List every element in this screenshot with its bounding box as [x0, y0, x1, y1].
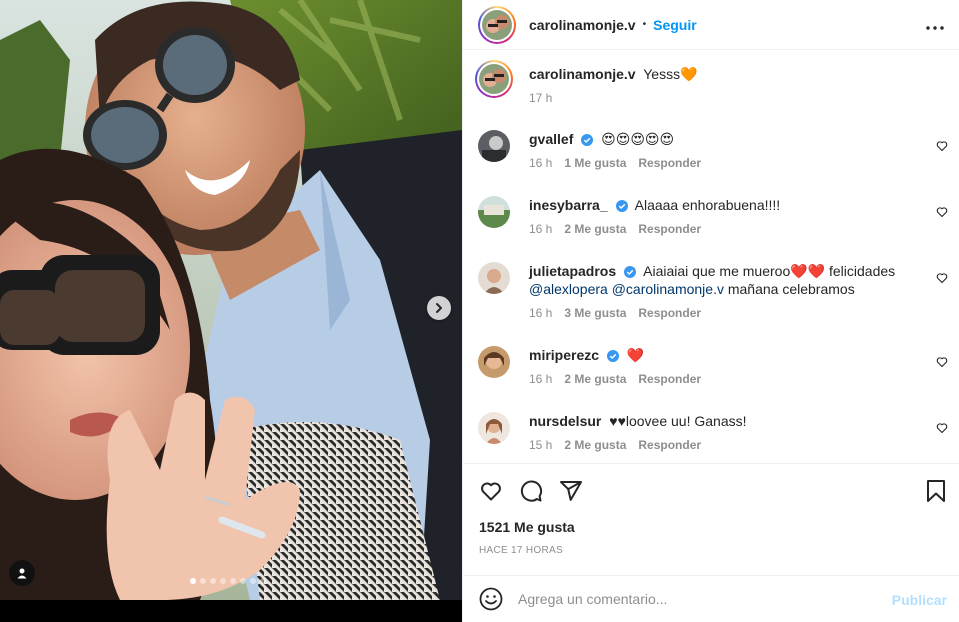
comment-like-icon[interactable]	[936, 140, 948, 152]
chevron-right-icon	[436, 303, 442, 313]
heart-icon[interactable]	[479, 479, 503, 503]
commenter-avatar[interactable]	[478, 196, 510, 228]
comment-likes[interactable]: 1 Me gusta	[564, 156, 626, 170]
avatar-image	[478, 262, 510, 294]
caption-username[interactable]: carolinamonje.v	[529, 66, 636, 82]
post-timestamp[interactable]: HACE 17 HORAS	[479, 545, 563, 556]
comment-like-icon[interactable]	[936, 422, 948, 434]
caption-text: Yesss🧡	[643, 66, 698, 82]
carousel-dot	[230, 578, 236, 584]
carousel-dot	[210, 578, 216, 584]
post-image[interactable]	[0, 0, 462, 622]
comment-text: ♥♥loovee uu! Ganass!	[609, 413, 747, 429]
comment-time[interactable]: 16 h	[529, 372, 552, 386]
likes-count[interactable]: 1521 Me gusta	[479, 519, 575, 535]
comment-text: Alaaaa enhorabuena!!!!	[634, 197, 781, 213]
verified-badge-icon	[606, 350, 619, 362]
author-username[interactable]: carolinamonje.v	[529, 17, 636, 33]
avatar-image	[479, 64, 509, 94]
separator-bullet: •	[642, 19, 647, 30]
comment-icon[interactable]	[519, 479, 543, 503]
comment-username[interactable]: miriperezc	[529, 347, 599, 363]
comment-like-icon[interactable]	[936, 206, 948, 218]
commenter-avatar[interactable]	[478, 130, 510, 162]
verified-badge-icon	[581, 134, 594, 146]
avatar-image	[478, 346, 510, 378]
publish-button[interactable]: Publicar	[892, 592, 947, 608]
paper-plane-icon[interactable]	[559, 479, 583, 503]
comment-username[interactable]: nursdelsur	[529, 413, 601, 429]
comment-username[interactable]: julietapadros	[529, 263, 616, 279]
user-tags-button[interactable]	[9, 560, 35, 586]
reply-button[interactable]: Responder	[638, 372, 701, 386]
carousel-dot	[240, 578, 246, 584]
commenter-avatar[interactable]	[478, 346, 510, 378]
more-horizontal-icon	[926, 26, 944, 30]
carousel-dot	[250, 578, 256, 584]
comment-like-icon[interactable]	[936, 272, 948, 284]
verified-badge-icon	[615, 200, 628, 212]
emoji-icon[interactable]	[479, 587, 503, 611]
author-avatar[interactable]	[478, 5, 516, 44]
author-avatar[interactable]	[475, 60, 513, 98]
follow-button[interactable]: Seguir	[653, 17, 697, 33]
comment-text-continued: mañana celebramos	[727, 281, 855, 297]
avatar-image	[478, 196, 510, 228]
selfie-photo	[0, 0, 462, 600]
comment-time[interactable]: 16 h	[529, 222, 552, 236]
comment-input[interactable]	[518, 591, 878, 607]
comment-like-icon[interactable]	[936, 356, 948, 368]
post-side-panel: carolinamonje.v • Seguir carolinamonje.v…	[462, 0, 959, 622]
avatar-image	[478, 130, 510, 162]
image-bottom-bar	[0, 600, 462, 622]
reply-button[interactable]: Responder	[638, 438, 701, 452]
carousel-dot	[220, 578, 226, 584]
reply-button[interactable]: Responder	[638, 306, 701, 320]
comment-time[interactable]: 16 h	[529, 156, 552, 170]
user-tag-icon	[17, 568, 27, 579]
bookmark-icon[interactable]	[925, 479, 947, 503]
avatar-image	[478, 412, 510, 444]
commenter-avatar[interactable]	[478, 412, 510, 444]
comment-likes[interactable]: 3 Me gusta	[564, 306, 626, 320]
carousel-next-button[interactable]	[427, 296, 451, 320]
comment-text: Aiaiaiai que me mueroo❤️❤️ felicidades	[643, 263, 896, 279]
carousel-dot	[260, 578, 266, 584]
commenter-avatar[interactable]	[478, 262, 510, 294]
reply-button[interactable]: Responder	[638, 222, 701, 236]
mention-link[interactable]: @carolinamonje.v	[612, 281, 724, 297]
comment-text: 😍😍😍😍😍	[601, 131, 675, 147]
comment-time[interactable]: 15 h	[529, 438, 552, 452]
comment-text: ❤️	[626, 347, 645, 363]
comments-list[interactable]: carolinamonje.v Yesss🧡 17 h gvallef 😍😍😍😍…	[463, 50, 959, 463]
carousel-indicator	[190, 578, 266, 584]
carousel-dot	[200, 578, 206, 584]
comment-likes[interactable]: 2 Me gusta	[564, 222, 626, 236]
caption-time[interactable]: 17 h	[529, 91, 552, 105]
comment-likes[interactable]: 2 Me gusta	[564, 372, 626, 386]
more-options-button[interactable]	[926, 17, 944, 33]
reply-button[interactable]: Responder	[638, 156, 701, 170]
post-actions: 1521 Me gusta HACE 17 HORAS	[463, 463, 959, 575]
carousel-dot	[190, 578, 196, 584]
mention-link[interactable]: @alexlopera	[529, 281, 608, 297]
comment-composer: Publicar	[463, 575, 959, 622]
avatar-image	[482, 9, 512, 40]
comment-username[interactable]: inesybarra_	[529, 197, 608, 213]
comment-likes[interactable]: 2 Me gusta	[564, 438, 626, 452]
verified-badge-icon	[624, 266, 637, 278]
comment-username[interactable]: gvallef	[529, 131, 573, 147]
post-header: carolinamonje.v • Seguir	[463, 0, 959, 50]
comment-time[interactable]: 16 h	[529, 306, 552, 320]
